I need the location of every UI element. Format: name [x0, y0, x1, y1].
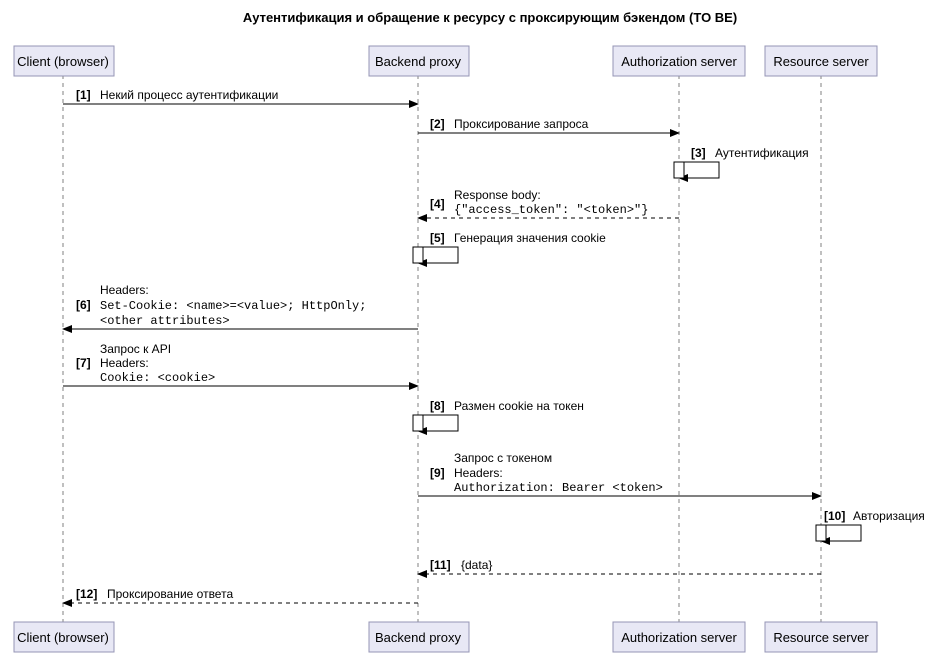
- message-6: [6] Headers: Set-Cookie: <name>=<value>;…: [63, 283, 418, 329]
- svg-text:Проксирование запроса: Проксирование запроса: [454, 117, 589, 131]
- participant-backend-bottom: Backend proxy: [369, 622, 469, 652]
- message-7: [7] Запрос к API Headers: Cookie: <cooki…: [63, 342, 418, 386]
- sequence-diagram: Аутентификация и обращение к ресурсу с п…: [0, 0, 934, 665]
- svg-text:Авторизация: Авторизация: [853, 509, 925, 523]
- svg-text:{data}: {data}: [461, 558, 492, 572]
- svg-text:Размен cookie на токен: Размен cookie на токен: [454, 399, 584, 413]
- svg-text:[5]: [5]: [430, 231, 445, 245]
- diagram-title: Аутентификация и обращение к ресурсу с п…: [243, 10, 737, 25]
- message-2: [2] Проксирование запроса: [418, 117, 679, 133]
- message-9: [9] Запрос с токеном Headers: Authorizat…: [418, 451, 821, 496]
- message-5: [5] Генерация значения cookie: [413, 231, 606, 263]
- svg-text:Генерация значения cookie: Генерация значения cookie: [454, 231, 606, 245]
- svg-text:[12]: [12]: [76, 587, 97, 601]
- message-1: [1] Некий процесс аутентификации: [63, 88, 418, 104]
- svg-text:Cookie: <cookie>: Cookie: <cookie>: [100, 371, 215, 385]
- participant-resource-top: Resource server: [765, 46, 877, 76]
- message-12: [12] Проксирование ответа: [63, 587, 418, 603]
- svg-text:Backend proxy: Backend proxy: [375, 630, 461, 645]
- svg-text:[10]: [10]: [824, 509, 845, 523]
- svg-text:{"access_token": "<token>"}: {"access_token": "<token>"}: [454, 203, 648, 217]
- svg-text:[9]: [9]: [430, 466, 445, 480]
- svg-text:Authorization server: Authorization server: [621, 630, 737, 645]
- participant-client-top: Client (browser): [14, 46, 114, 76]
- svg-text:Set-Cookie: <name>=<value>; Ht: Set-Cookie: <name>=<value>; HttpOnly;: [100, 299, 366, 313]
- svg-text:Headers:: Headers:: [100, 283, 149, 297]
- svg-text:Authorization server: Authorization server: [621, 54, 737, 69]
- message-11: [11] {data}: [418, 558, 821, 574]
- svg-text:Некий процесс аутентификации: Некий процесс аутентификации: [100, 88, 278, 102]
- message-3: [3] Аутентификация: [674, 146, 809, 178]
- svg-text:Headers:: Headers:: [454, 466, 503, 480]
- svg-text:Resource server: Resource server: [773, 54, 869, 69]
- svg-text:Client (browser): Client (browser): [17, 54, 109, 69]
- svg-text:[3]: [3]: [691, 146, 706, 160]
- participant-backend-top: Backend proxy: [369, 46, 469, 76]
- svg-text:[7]: [7]: [76, 356, 91, 370]
- svg-text:Аутентификация: Аутентификация: [715, 146, 809, 160]
- svg-text:Headers:: Headers:: [100, 356, 149, 370]
- svg-text:[4]: [4]: [430, 197, 445, 211]
- participant-auth-bottom: Authorization server: [613, 622, 745, 652]
- message-8: [8] Размен cookie на токен: [413, 399, 584, 431]
- message-4: [4] Response body: {"access_token": "<to…: [418, 188, 679, 218]
- svg-text:[2]: [2]: [430, 117, 445, 131]
- svg-text:Проксирование ответа: Проксирование ответа: [107, 587, 233, 601]
- svg-text:[1]: [1]: [76, 88, 91, 102]
- message-10: [10] Авторизация: [816, 509, 925, 541]
- svg-text:[8]: [8]: [430, 399, 445, 413]
- svg-text:<other attributes>: <other attributes>: [100, 314, 230, 328]
- participant-resource-bottom: Resource server: [765, 622, 877, 652]
- svg-text:Response body:: Response body:: [454, 188, 541, 202]
- svg-text:Запрос к API: Запрос к API: [100, 342, 171, 356]
- svg-text:Запрос с токеном: Запрос с токеном: [454, 451, 552, 465]
- svg-text:[6]: [6]: [76, 298, 91, 312]
- participant-auth-top: Authorization server: [613, 46, 745, 76]
- svg-text:Client (browser): Client (browser): [17, 630, 109, 645]
- svg-text:Backend proxy: Backend proxy: [375, 54, 461, 69]
- svg-text:Authorization: Bearer <token>: Authorization: Bearer <token>: [454, 481, 663, 495]
- participant-client-bottom: Client (browser): [14, 622, 114, 652]
- svg-text:[11]: [11]: [430, 558, 451, 572]
- svg-text:Resource server: Resource server: [773, 630, 869, 645]
